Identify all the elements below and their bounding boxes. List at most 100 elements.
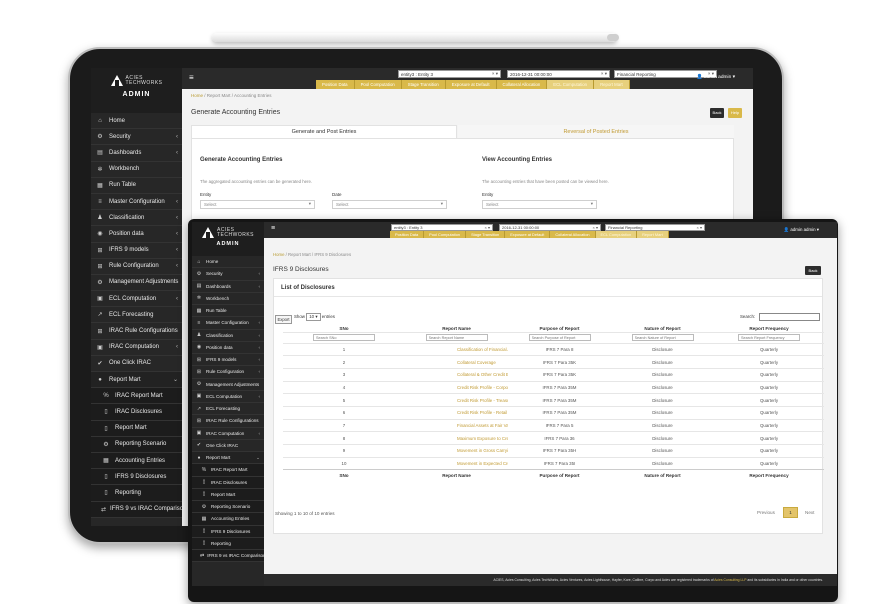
sidebar-item-accounting-entries[interactable]: ▦ Accounting Entries bbox=[192, 513, 264, 526]
report-name-link[interactable]: Movement in Gross Carrying Amount bbox=[405, 444, 508, 458]
tab-pool-computation[interactable]: Pool Computation bbox=[424, 231, 467, 238]
tab-exposure-at-default[interactable]: Exposure at Default bbox=[505, 231, 551, 238]
tab-generate-post[interactable]: Generate and Post Entries bbox=[191, 125, 457, 138]
sidebar-item-irac-disclosures[interactable]: ▯ IRAC Disclosures bbox=[192, 476, 264, 489]
tab-report-mart[interactable]: Report Mart bbox=[594, 80, 630, 89]
sidebar-item-security[interactable]: ⚙ Security ‹ bbox=[192, 268, 264, 281]
export-button[interactable]: Export bbox=[275, 315, 292, 324]
sidebar-item-position-data[interactable]: ◉ Position data ‹ bbox=[192, 342, 264, 354]
sidebar-item-rule-configuration[interactable]: ⊞ Rule Configuration ‹ bbox=[192, 366, 264, 379]
report-name-link[interactable]: Movement in Expected Credit Loss bbox=[405, 456, 508, 470]
pager-next[interactable]: Next bbox=[805, 510, 814, 515]
tab-pool-computation[interactable]: Pool Computation bbox=[354, 80, 402, 89]
tab-report-mart[interactable]: Report Mart bbox=[637, 231, 669, 238]
sidebar-item-home[interactable]: ⌂ Home bbox=[192, 256, 264, 269]
sidebar-item-ifrs-9-models[interactable]: ⊞ IFRS 9 models ‹ bbox=[91, 243, 182, 259]
sidebar-item-home[interactable]: ⌂ Home bbox=[91, 113, 182, 130]
tab-position-data[interactable]: Position Data bbox=[390, 231, 425, 238]
footer-company-link[interactable]: Acies Consulting LLP bbox=[714, 578, 746, 582]
tab-stage-transition[interactable]: Stage Transition bbox=[401, 80, 446, 89]
date-select[interactable]: 2016-12-31 00:00:00 × ▾ bbox=[507, 70, 610, 78]
report-name-link[interactable]: Credit Risk Profile - Treasury bbox=[405, 393, 508, 407]
column-header-report-name[interactable]: Report Name bbox=[405, 325, 508, 332]
pager-page-1[interactable]: 1 bbox=[783, 507, 798, 518]
sidebar-item-accounting-entries[interactable]: ▦ Accounting Entries bbox=[91, 452, 182, 470]
tab-ecl-computation[interactable]: ECL Computation bbox=[547, 80, 595, 89]
date-select[interactable]: 2016-12-31 00:00:00 × ▾ bbox=[499, 224, 601, 231]
breadcrumb-home[interactable]: Home bbox=[191, 93, 203, 98]
sidebar-item-ifrs-9-vs-irac-comparison[interactable]: ⇄ IFRS 9 vs IRAC Comparison bbox=[192, 550, 266, 563]
sidebar-item-security[interactable]: ⚙ Security ‹ bbox=[91, 129, 182, 146]
sidebar-item-dashboards[interactable]: ▤ Dashboards ‹ bbox=[91, 145, 182, 162]
user-menu[interactable]: 👤 admin admin ▾ bbox=[696, 75, 735, 80]
filter-input-report-frequency[interactable] bbox=[738, 334, 800, 341]
sidebar-item-ecl-forecasting[interactable]: ↗ ECL Forecasting bbox=[91, 307, 182, 324]
column-header-report-frequency[interactable]: Report Frequency bbox=[714, 325, 824, 332]
tab-collateral-allocation[interactable]: Collateral Allocation bbox=[496, 80, 548, 89]
sidebar-item-report-mart[interactable]: ▯ Report Mart bbox=[192, 488, 264, 501]
sidebar-item-reporting-scenario[interactable]: ⚙ Reporting Scenario bbox=[192, 501, 264, 514]
sidebar-item-one-click-irac[interactable]: ✔ One Click IRAC bbox=[192, 440, 264, 452]
sidebar-item-rule-configuration[interactable]: ⊞ Rule Configuration ‹ bbox=[91, 259, 182, 275]
breadcrumb-home[interactable]: Home bbox=[273, 252, 284, 257]
sidebar-item-irac-computation[interactable]: ▣ IRAC Computation ‹ bbox=[192, 428, 264, 440]
search-input[interactable] bbox=[759, 313, 820, 321]
sidebar-item-irac-report-mart[interactable]: % IRAC Report Mart bbox=[91, 388, 182, 405]
page-length-select[interactable]: 10 ▾ bbox=[306, 313, 321, 321]
sidebar-item-reporting[interactable]: ▯ Reporting bbox=[192, 537, 264, 550]
sidebar-item-report-mart[interactable]: ● Report Mart ⌄ bbox=[91, 372, 182, 389]
menu-toggle-icon[interactable]: ≡ bbox=[271, 225, 275, 232]
report-name-link[interactable]: Maximum Exposure to Credit Risk bbox=[405, 431, 508, 445]
sidebar-item-ecl-computation[interactable]: ▣ ECL Computation ‹ bbox=[192, 391, 264, 403]
sidebar-item-ecl-forecasting[interactable]: ↗ ECL Forecasting bbox=[192, 403, 264, 416]
sidebar-item-ifrs-9-models[interactable]: ⊞ IFRS 9 models ‹ bbox=[192, 354, 264, 367]
sidebar-item-management-adjustments[interactable]: ⚙ Management Adjustments bbox=[91, 275, 182, 292]
help-button[interactable]: Help bbox=[728, 108, 742, 118]
sidebar-item-classification[interactable]: ♟ Classification ‹ bbox=[91, 210, 182, 227]
sidebar-item-master-configuration[interactable]: ≡ Master Configuration ‹ bbox=[192, 317, 264, 330]
column-header-purpose-of-report[interactable]: Purpose of Report bbox=[508, 325, 611, 332]
report-name-link[interactable]: Collateral Coverage bbox=[405, 355, 508, 369]
sidebar-item-ifrs-9-disclosures[interactable]: ▯ IFRS 9 Disclosures bbox=[91, 469, 182, 486]
sidebar-item-irac-rule-configurations[interactable]: ⊞ IRAC Rule Configurations bbox=[91, 323, 182, 340]
report-name-link[interactable]: Credit Risk Profile - Retail bbox=[405, 405, 508, 420]
sidebar-item-irac-report-mart[interactable]: % IRAC Report Mart bbox=[192, 464, 264, 477]
report-name-link[interactable]: Classification of Financial Assets bbox=[405, 342, 508, 356]
pager-previous[interactable]: Previous bbox=[757, 510, 775, 515]
sidebar-item-ifrs-9-vs-irac-comparison[interactable]: ⇄ IFRS 9 vs IRAC Comparison bbox=[91, 501, 186, 518]
sidebar-item-one-click-irac[interactable]: ✔ One Click IRAC bbox=[91, 356, 182, 372]
tab-position-data[interactable]: Position Data bbox=[316, 80, 355, 89]
sidebar-item-reporting[interactable]: ▯ Reporting bbox=[91, 485, 182, 502]
user-menu[interactable]: 👤 admin admin ▾ bbox=[784, 227, 819, 233]
generate-date-select[interactable]: Select bbox=[332, 200, 447, 209]
sidebar-item-run-table[interactable]: ▦ Run Table bbox=[91, 178, 182, 194]
sidebar-item-report-mart[interactable]: ● Report Mart ⌄ bbox=[192, 452, 264, 465]
sidebar-item-master-configuration[interactable]: ≡ Master Configuration ‹ bbox=[91, 194, 182, 211]
sidebar-item-irac-rule-configurations[interactable]: ⊞ IRAC Rule Configurations bbox=[192, 415, 264, 428]
report-type-select[interactable]: Financial Reporting × ▾ bbox=[605, 224, 705, 231]
sidebar-item-reporting-scenario[interactable]: ⚙ Reporting Scenario bbox=[91, 436, 182, 453]
menu-toggle-icon[interactable]: ≡ bbox=[189, 73, 194, 82]
sidebar-item-report-mart[interactable]: ▯ Report Mart bbox=[91, 420, 182, 437]
generate-entity-select[interactable]: Select bbox=[200, 200, 315, 209]
sidebar-item-workbench[interactable]: ✲ Workbench bbox=[192, 293, 264, 305]
back-button[interactable]: Back bbox=[710, 108, 724, 118]
filter-input-nature-of-report[interactable] bbox=[631, 334, 694, 341]
entity-select[interactable]: entity3 : Entity 3 × ▾ bbox=[391, 224, 493, 231]
tab-reversal[interactable]: Reversal of Posted Entries bbox=[458, 125, 734, 138]
tab-ecl-computation[interactable]: ECL Computation bbox=[595, 231, 638, 238]
sidebar-item-management-adjustments[interactable]: ⚙ Management Adjustments bbox=[192, 379, 264, 391]
sidebar-item-ecl-computation[interactable]: ▣ ECL Computation ‹ bbox=[91, 291, 182, 308]
report-name-link[interactable]: Collateral & Other Credit Enhancements bbox=[405, 367, 508, 382]
report-name-link[interactable]: Credit Risk Profile - Corporate bbox=[405, 380, 508, 394]
sidebar-item-run-table[interactable]: ▦ Run Table bbox=[192, 305, 264, 318]
tab-exposure-at-default[interactable]: Exposure at Default bbox=[445, 80, 497, 89]
view-entity-select[interactable]: Select bbox=[482, 200, 597, 209]
tab-collateral-allocation[interactable]: Collateral Allocation bbox=[550, 231, 596, 238]
column-header-sno[interactable]: SNo bbox=[283, 325, 405, 332]
column-header-nature-of-report[interactable]: Nature of Report bbox=[611, 325, 714, 332]
filter-input-report-name[interactable] bbox=[425, 334, 488, 341]
sidebar-item-irac-disclosures[interactable]: ▯ IRAC Disclosures bbox=[91, 404, 182, 421]
filter-input-purpose-of-report[interactable] bbox=[528, 334, 591, 341]
back-button[interactable]: Back bbox=[805, 266, 821, 275]
